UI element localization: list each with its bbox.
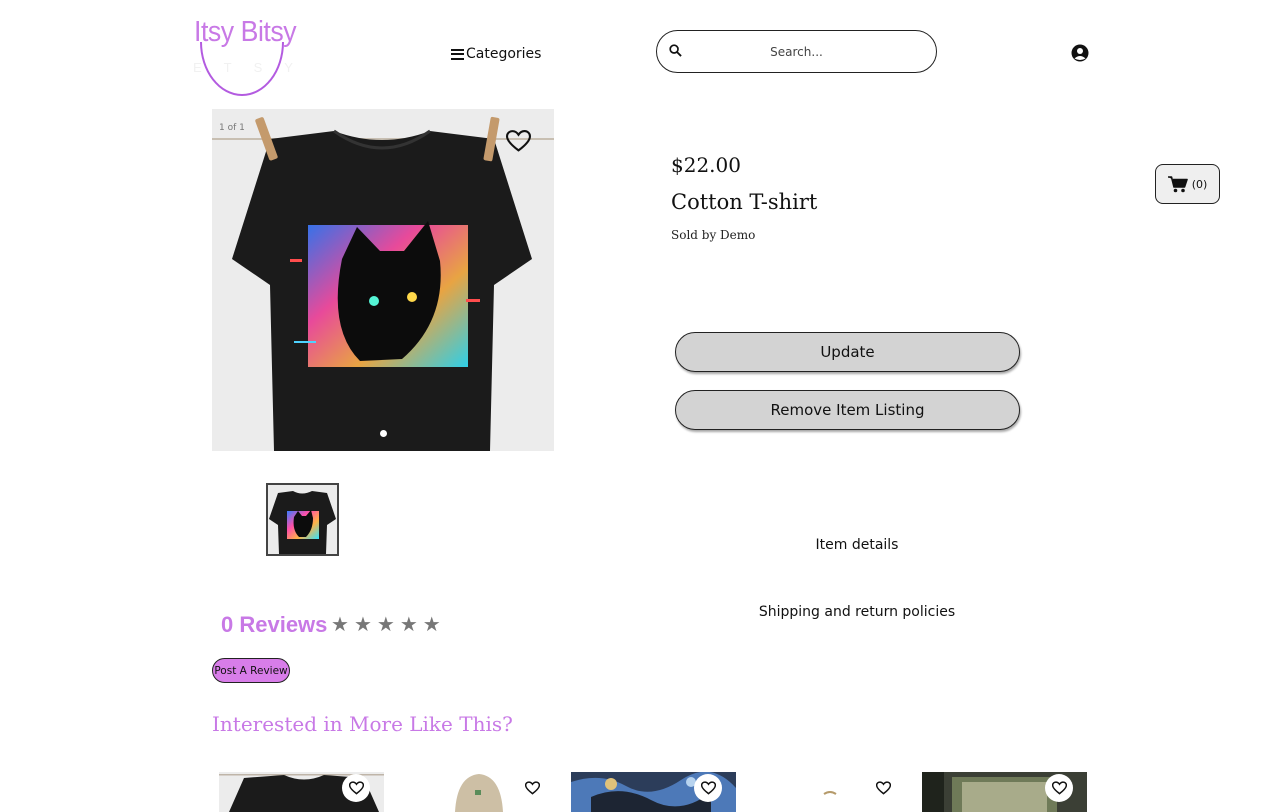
heart-icon bbox=[875, 781, 891, 795]
cart-count: (0) bbox=[1191, 177, 1208, 191]
product-price: $22.00 bbox=[671, 153, 741, 177]
heart-icon bbox=[1051, 781, 1067, 795]
recommendations-heading: Interested in More Like This? bbox=[212, 712, 513, 736]
shopping-cart-icon bbox=[1167, 175, 1188, 192]
post-review-button[interactable]: Post A Review bbox=[212, 658, 290, 683]
account-icon[interactable] bbox=[1071, 44, 1089, 62]
favorite-heart-icon[interactable] bbox=[506, 129, 531, 153]
recommendation-card[interactable] bbox=[746, 772, 911, 812]
hamburger-icon bbox=[451, 48, 464, 60]
recommendation-card[interactable] bbox=[219, 772, 384, 812]
logo-arc bbox=[200, 42, 284, 96]
image-counter: 1 of 1 bbox=[219, 123, 245, 133]
seller-info: Sold by Demo bbox=[671, 228, 756, 242]
recommendation-card[interactable] bbox=[571, 772, 736, 812]
heart-icon bbox=[700, 781, 716, 795]
categories-label: Categories bbox=[466, 46, 542, 62]
site-logo[interactable]: Itsy Bitsy ETSY bbox=[193, 14, 297, 98]
reviews-count: 0 Reviews bbox=[221, 612, 328, 637]
search-icon[interactable] bbox=[669, 44, 682, 57]
heart-icon bbox=[348, 781, 364, 795]
update-button[interactable]: Update bbox=[675, 332, 1020, 372]
star-icon: ★ bbox=[422, 612, 441, 636]
rating-stars: ★ ★ ★ ★ ★ bbox=[331, 612, 441, 636]
star-icon: ★ bbox=[331, 612, 349, 636]
cart-button[interactable]: (0) bbox=[1155, 164, 1220, 204]
recommendation-card[interactable] bbox=[395, 772, 560, 812]
product-image-carousel[interactable]: 1 of 1 bbox=[212, 109, 554, 451]
search-bar bbox=[656, 30, 937, 73]
product-thumbnail[interactable] bbox=[266, 483, 339, 556]
thumbnail-image bbox=[268, 485, 337, 554]
categories-menu-button[interactable]: Categories bbox=[451, 44, 541, 64]
star-icon: ★ bbox=[376, 612, 395, 636]
carousel-dot[interactable] bbox=[380, 430, 387, 437]
star-icon: ★ bbox=[399, 612, 418, 636]
star-icon: ★ bbox=[353, 612, 372, 636]
product-photo bbox=[232, 116, 532, 451]
heart-icon bbox=[524, 781, 540, 795]
recommendation-card[interactable] bbox=[922, 772, 1087, 812]
shipping-policies-toggle[interactable]: Shipping and return policies bbox=[757, 604, 957, 620]
item-details-toggle[interactable]: Item details bbox=[757, 537, 957, 553]
search-input[interactable] bbox=[657, 44, 936, 59]
remove-listing-button[interactable]: Remove Item Listing bbox=[675, 390, 1020, 430]
product-title: Cotton T-shirt bbox=[671, 190, 818, 214]
